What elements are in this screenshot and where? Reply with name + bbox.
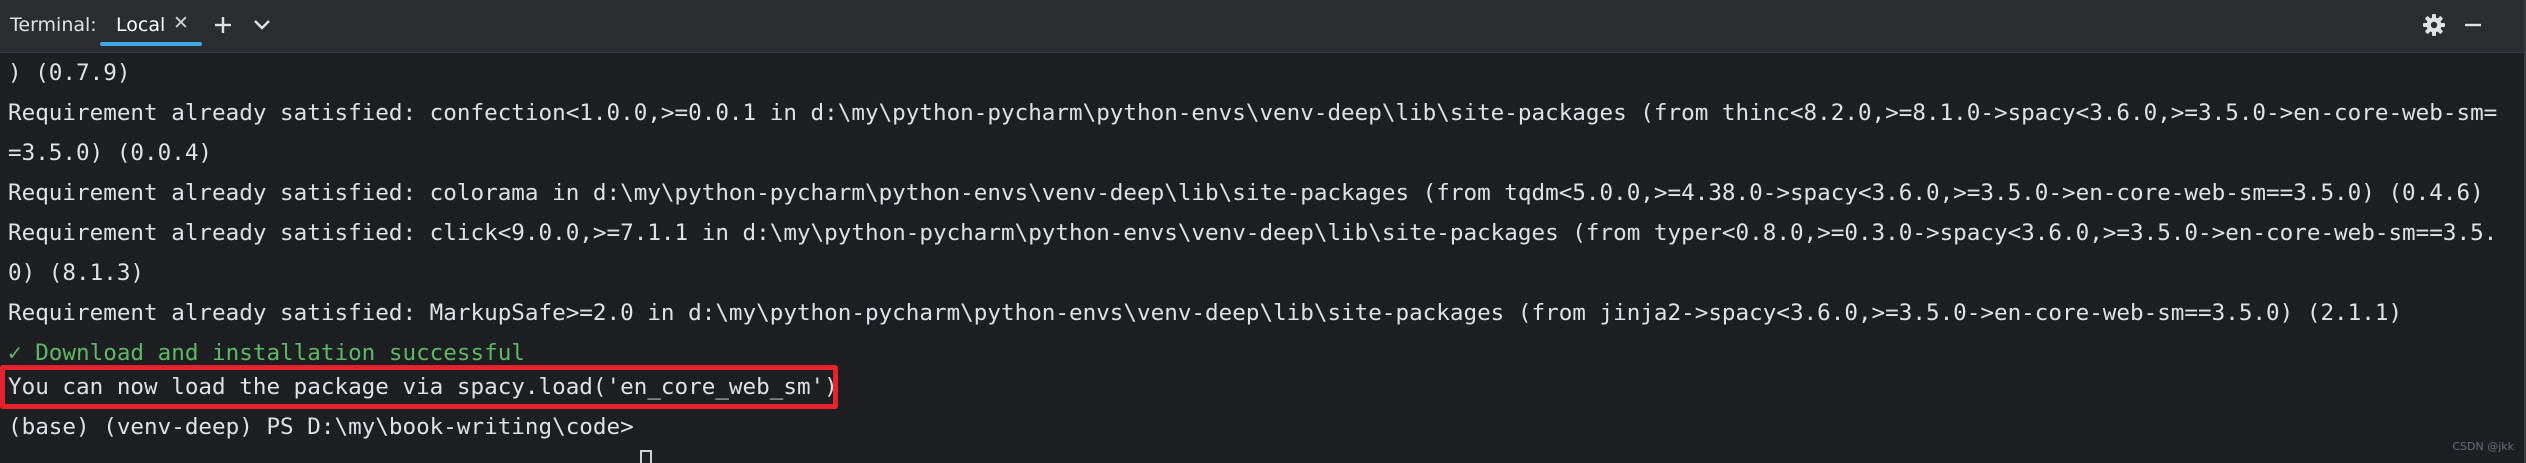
terminal-tool-window: Terminal: Local ✕) (0.7.9) Requirement …	[0, 0, 2526, 463]
chevron-down-icon[interactable]	[247, 10, 277, 40]
output-line: =3.5.0) (0.0.4)	[8, 140, 213, 166]
output-line: Requirement already satisfied: confectio…	[8, 100, 2498, 126]
text-cursor	[640, 450, 652, 463]
terminal-tab-bar: Terminal: Local ✕	[0, 0, 2524, 53]
plus-icon[interactable]	[208, 10, 238, 40]
minimize-icon[interactable]	[2458, 10, 2488, 40]
output-line: Requirement already satisfied: MarkupSaf…	[8, 300, 2403, 326]
output-line: Requirement already satisfied: click<9.0…	[8, 220, 2498, 246]
watermark: CSDN @jkk	[2452, 440, 2514, 453]
shell-prompt: (base) (venv-deep) PS D:\my\book-writing…	[8, 414, 634, 440]
active-tab-indicator	[100, 42, 202, 46]
tab-label: Local	[116, 14, 166, 36]
close-icon[interactable]: ✕	[170, 12, 192, 34]
output-line: 0) (8.1.3)	[8, 260, 145, 286]
output-line: Requirement already satisfied: colorama …	[8, 180, 2484, 206]
tab-local[interactable]: Local ✕	[100, 6, 202, 46]
tool-window-title: Terminal:	[10, 14, 97, 36]
annotation-highlight-box	[0, 365, 838, 409]
output-line: ) (0.7.9)	[8, 60, 131, 86]
terminal-output[interactable]: ) (0.7.9) Requirement already satisfied:…	[0, 53, 2520, 463]
gear-icon[interactable]	[2419, 10, 2449, 40]
